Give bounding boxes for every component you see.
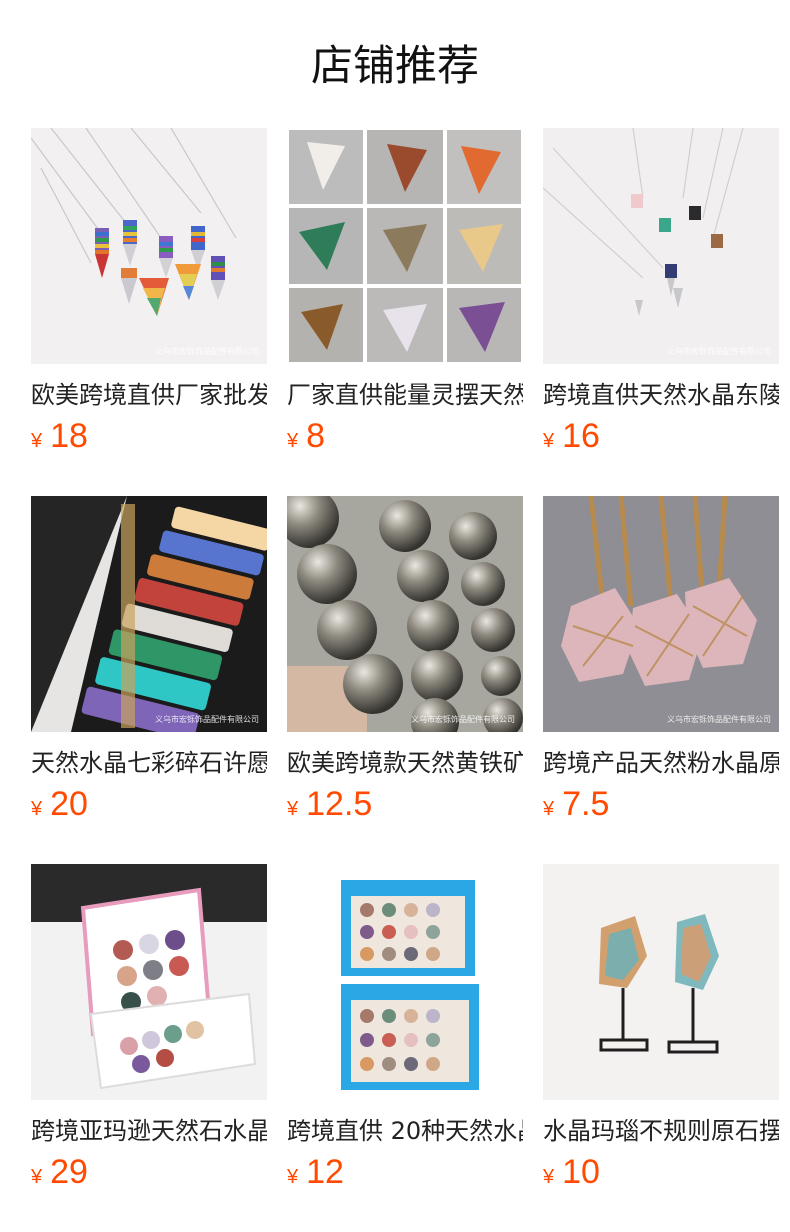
- product-card[interactable]: 义乌市宏铄饰品配件有限公司 天然水晶七彩碎石许愿 ¥20: [31, 496, 267, 864]
- product-name[interactable]: 跨境直供 20种天然水晶: [287, 1114, 523, 1148]
- product-name[interactable]: 水晶玛瑙不规则原石摆: [543, 1114, 779, 1148]
- product-name[interactable]: 天然水晶七彩碎石许愿: [31, 746, 267, 780]
- price-value: 7.5: [562, 785, 610, 823]
- product-card[interactable]: 义乌市宏铄饰品配件有限公司 跨境产品天然粉水晶原 ¥7.5: [543, 496, 779, 864]
- product-image[interactable]: 义乌市宏铄饰品配件有限公司: [543, 128, 779, 364]
- product-price: ¥16: [543, 416, 779, 463]
- product-price: ¥8: [287, 416, 523, 463]
- product-name[interactable]: 厂家直供能量灵摆天然: [287, 378, 523, 412]
- product-name[interactable]: 跨境亚玛逊天然石水晶: [31, 1114, 267, 1148]
- product-price: ¥20: [31, 784, 267, 831]
- product-image[interactable]: [287, 864, 523, 1100]
- product-card[interactable]: 义乌市宏铄饰品配件有限公司 跨境直供天然水晶东陵 ¥16: [543, 128, 779, 496]
- product-name[interactable]: 欧美跨境款天然黄铁矿: [287, 746, 523, 780]
- product-name[interactable]: 欧美跨境直供厂家批发: [31, 378, 267, 412]
- price-value: 29: [50, 1153, 88, 1191]
- product-name[interactable]: 跨境直供天然水晶东陵: [543, 378, 779, 412]
- image-watermark: 义乌市宏铄饰品配件有限公司: [155, 347, 259, 356]
- currency-symbol: ¥: [543, 798, 555, 820]
- product-grid: 义乌市宏铄饰品配件有限公司 欧美跨境直供厂家批发 ¥18 厂家直供能量灵摆天然 …: [31, 128, 790, 1232]
- currency-symbol: ¥: [287, 430, 299, 452]
- product-card[interactable]: 水晶玛瑙不规则原石摆 ¥10: [543, 864, 779, 1232]
- currency-symbol: ¥: [31, 430, 43, 452]
- product-image[interactable]: [287, 128, 523, 364]
- currency-symbol: ¥: [287, 1166, 299, 1188]
- product-name[interactable]: 跨境产品天然粉水晶原: [543, 746, 779, 780]
- product-price: ¥29: [31, 1152, 267, 1199]
- product-card[interactable]: 义乌市宏铄饰品配件有限公司 欧美跨境直供厂家批发 ¥18: [31, 128, 267, 496]
- product-price: ¥7.5: [543, 784, 779, 831]
- product-card[interactable]: 跨境亚玛逊天然石水晶 ¥29: [31, 864, 267, 1232]
- product-card[interactable]: 跨境直供 20种天然水晶 ¥12: [287, 864, 523, 1232]
- price-value: 16: [562, 417, 600, 455]
- price-value: 18: [50, 417, 88, 455]
- currency-symbol: ¥: [31, 1166, 43, 1188]
- image-watermark: 义乌市宏铄饰品配件有限公司: [667, 347, 771, 356]
- price-value: 12: [306, 1153, 344, 1191]
- product-image[interactable]: [543, 864, 779, 1100]
- product-price: ¥12: [287, 1152, 523, 1199]
- product-image[interactable]: 义乌市宏铄饰品配件有限公司: [287, 496, 523, 732]
- product-price: ¥18: [31, 416, 267, 463]
- product-image[interactable]: 义乌市宏铄饰品配件有限公司: [31, 128, 267, 364]
- product-image[interactable]: 义乌市宏铄饰品配件有限公司: [543, 496, 779, 732]
- product-card[interactable]: 厂家直供能量灵摆天然 ¥8: [287, 128, 523, 496]
- image-watermark: 义乌市宏铄饰品配件有限公司: [411, 715, 515, 724]
- page-title: 店铺推荐: [310, 41, 479, 90]
- currency-symbol: ¥: [31, 798, 43, 820]
- product-image[interactable]: 义乌市宏铄饰品配件有限公司: [31, 496, 267, 732]
- image-watermark: 义乌市宏铄饰品配件有限公司: [155, 715, 259, 724]
- product-image[interactable]: [31, 864, 267, 1100]
- price-value: 20: [50, 785, 88, 823]
- product-price: ¥12.5: [287, 784, 523, 831]
- price-value: 8: [306, 417, 326, 455]
- price-value: 10: [562, 1153, 600, 1191]
- currency-symbol: ¥: [543, 1166, 555, 1188]
- price-value: 12.5: [306, 785, 373, 823]
- product-card[interactable]: 义乌市宏铄饰品配件有限公司 欧美跨境款天然黄铁矿 ¥12.5: [287, 496, 523, 864]
- product-price: ¥10: [543, 1152, 779, 1199]
- image-watermark: 义乌市宏铄饰品配件有限公司: [667, 715, 771, 724]
- currency-symbol: ¥: [287, 798, 299, 820]
- currency-symbol: ¥: [543, 430, 555, 452]
